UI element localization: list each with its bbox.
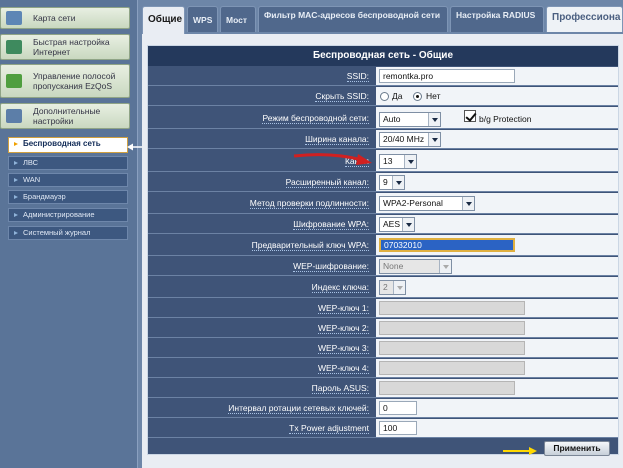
tab-professional[interactable]: Профессиона [546, 6, 623, 32]
wep-key-2-label: WEP-ключ 2: [317, 323, 369, 334]
wep-enc-label: WEP-шифрование: [293, 261, 369, 272]
chevron-down-icon [428, 113, 440, 126]
channel-select[interactable]: 13 [379, 154, 417, 169]
wep-enc-select[interactable]: None [379, 259, 452, 274]
hide-ssid-yes-label: Да [392, 91, 403, 101]
row-wpa-enc: Шифрование WPA: AES [148, 215, 618, 234]
sidebar-sub-lan[interactable]: ЛВС [8, 156, 128, 170]
row-wep-key-4: WEP-ключ 4: [148, 359, 618, 378]
row-mode: Режим беспроводной сети: Auto b/g Protec… [148, 107, 618, 129]
row-wep-key-3: WEP-ключ 3: [148, 339, 618, 358]
bg-protection-label: b/g Protection [479, 114, 532, 124]
auth-select[interactable]: WPA2-Personal [379, 196, 475, 211]
red-arrow-icon [293, 153, 372, 165]
apply-button[interactable]: Применить [544, 441, 610, 456]
tab-radius[interactable]: Настройка RADIUS [450, 6, 544, 32]
sidebar-sub-admin[interactable]: Администрирование [8, 208, 128, 222]
advanced-settings-icon [1, 104, 27, 128]
tab-general[interactable]: Общие [142, 6, 185, 34]
chevron-down-icon [392, 176, 404, 189]
bandwidth-select[interactable]: 20/40 MHz [379, 132, 441, 147]
chevron-down-icon [393, 281, 405, 294]
auth-label: Метод проверки подлинности: [249, 198, 369, 209]
bg-protection-checkbox[interactable] [464, 110, 476, 122]
ssid-label: SSID: [346, 71, 369, 82]
key-index-label: Индекс ключа: [311, 282, 369, 293]
row-wpa-key: Предварительный ключ WPA: 07032010 [148, 235, 618, 256]
row-bandwidth: Ширина канала: 20/40 MHz [148, 130, 618, 149]
ezqos-icon [1, 65, 27, 97]
ext-channel-label: Расширенный канал: [285, 177, 369, 188]
tab-bar: Общие WPS Мост Фильтр MAC-адресов беспро… [140, 6, 623, 34]
sidebar-sub-syslog[interactable]: Системный журнал [8, 226, 128, 240]
row-key-index: Индекс ключа: 2 [148, 277, 618, 298]
sidebar: Карта сети Быстрая настройка Интернет Уп… [0, 0, 138, 468]
wpa-key-label: Предварительный ключ WPA: [251, 240, 369, 251]
tab-bridge[interactable]: Мост [220, 6, 256, 32]
ssid-input[interactable]: remontka.pro [379, 69, 515, 83]
bandwidth-label: Ширина канала: [305, 134, 369, 145]
mode-select[interactable]: Auto [379, 112, 441, 127]
wep-key-1-label: WEP-ключ 1: [317, 303, 369, 314]
chevron-down-icon [404, 155, 416, 168]
row-wep-key-1: WEP-ключ 1: [148, 299, 618, 318]
key-rotation-label: Интервал ротации сетевых ключей: [228, 403, 369, 414]
form-title: Беспроводная сеть - Общие [148, 46, 618, 66]
hide-ssid-yes-radio[interactable] [380, 92, 389, 101]
sidebar-item-quick-setup[interactable]: Быстрая настройка Интернет [0, 34, 130, 60]
yellow-arrow-icon [503, 447, 537, 455]
sidebar-item-advanced[interactable]: Дополнительные настройки [0, 103, 130, 129]
network-map-icon [1, 8, 27, 28]
wpa-enc-label: Шифрование WPA: [293, 219, 369, 230]
wep-key-3-input[interactable] [379, 341, 525, 355]
quick-setup-icon [1, 35, 27, 59]
row-tx-power: Tx Power adjustment 100 [148, 419, 618, 438]
row-asus-password: Пароль ASUS: [148, 379, 618, 398]
sidebar-item-network-map[interactable]: Карта сети [0, 7, 130, 29]
sidebar-sub-wireless[interactable]: Беспроводная сеть [8, 137, 128, 153]
chevron-down-icon [402, 218, 414, 231]
row-ext-channel: Расширенный канал: 9 [148, 173, 618, 192]
asus-password-input[interactable] [379, 381, 515, 395]
tab-mac-filter[interactable]: Фильтр MAC-адресов беспроводной сети [258, 6, 448, 32]
wep-key-3-label: WEP-ключ 3: [317, 343, 369, 354]
wep-key-2-input[interactable] [379, 321, 525, 335]
hide-ssid-label: Скрыть SSID: [315, 91, 369, 102]
mode-label: Режим беспроводной сети: [262, 113, 369, 124]
hide-ssid-no-label: Нет [426, 91, 441, 101]
chevron-down-icon [439, 260, 451, 273]
row-wep-enc: WEP-шифрование: None [148, 257, 618, 276]
key-rotation-input[interactable]: 0 [379, 401, 417, 415]
sidebar-sub-firewall[interactable]: Брандмауэр [8, 190, 128, 204]
sidebar-sub-wan[interactable]: WAN [8, 173, 128, 187]
tx-power-input[interactable]: 100 [379, 421, 417, 435]
wpa-key-input[interactable]: 07032010 [379, 238, 515, 252]
row-wep-key-2: WEP-ключ 2: [148, 319, 618, 338]
wep-key-4-input[interactable] [379, 361, 525, 375]
row-auth: Метод проверки подлинности: WPA2-Persona… [148, 193, 618, 214]
sidebar-item-ezqos[interactable]: Управление полосой пропускания EzQoS [0, 64, 130, 98]
wep-key-4-label: WEP-ключ 4: [317, 363, 369, 374]
row-channel: Канал 13 [148, 150, 618, 172]
row-key-rotation: Интервал ротации сетевых ключей: 0 [148, 399, 618, 418]
chevron-down-icon [462, 197, 474, 210]
row-hide-ssid: Скрыть SSID: Да Нет [148, 87, 618, 106]
hide-ssid-no-radio[interactable] [413, 92, 422, 101]
ext-channel-select[interactable]: 9 [379, 175, 405, 190]
tx-power-label: Tx Power adjustment [289, 423, 369, 434]
tab-wps[interactable]: WPS [187, 6, 218, 32]
asus-password-label: Пароль ASUS: [311, 383, 369, 394]
wireless-general-form: Беспроводная сеть - Общие SSID: remontka… [147, 45, 619, 455]
wep-key-1-input[interactable] [379, 301, 525, 315]
wpa-enc-select[interactable]: AES [379, 217, 415, 232]
chevron-down-icon [428, 133, 440, 146]
key-index-select[interactable]: 2 [379, 280, 406, 295]
row-ssid: SSID: remontka.pro [148, 67, 618, 86]
